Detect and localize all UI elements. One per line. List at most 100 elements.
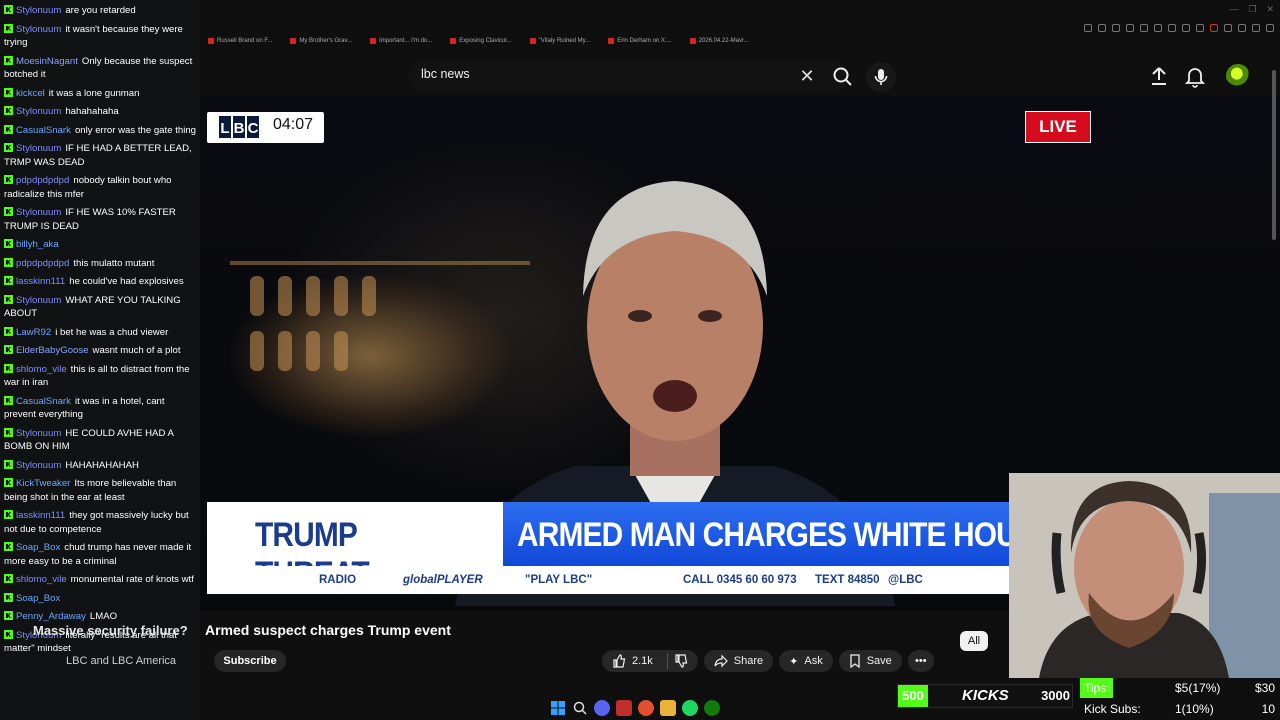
chat-username[interactable]: Soap_Box — [16, 593, 60, 604]
app-icon[interactable] — [616, 700, 632, 716]
extension-icon[interactable] — [1140, 24, 1148, 32]
kick-badge-icon — [4, 294, 13, 304]
chat-message: Stylonuum are you retarded — [4, 4, 196, 18]
spotify-icon[interactable] — [682, 700, 698, 716]
chat-text: HAHAHAHAHAH — [65, 459, 139, 471]
chat-username[interactable]: KickTweaker — [16, 478, 70, 489]
chat-username[interactable]: billyh_aka — [16, 239, 59, 250]
upload-icon[interactable] — [1148, 64, 1170, 88]
bookmark-label: Important... I'm do... — [379, 38, 433, 44]
chat-username[interactable]: pdpdpdpdpd — [16, 175, 69, 186]
chat-username[interactable]: Stylonuum — [16, 106, 61, 117]
extension-icon[interactable] — [1168, 24, 1176, 32]
file-explorer-icon[interactable] — [660, 700, 676, 716]
bookmark-favicon-icon — [608, 38, 615, 44]
bookmark-favicon-icon — [529, 38, 536, 44]
chat-username[interactable]: Stylonuum — [16, 24, 61, 35]
chat-username[interactable]: lasskinn111 — [16, 510, 65, 521]
kick-badge-icon — [4, 459, 13, 469]
extension-icon[interactable] — [1182, 24, 1190, 32]
chat-message: Stylonuum IF HE WAS 10% FASTER TRUMP IS D… — [4, 206, 196, 233]
bookmark-favicon-icon — [689, 38, 696, 44]
save-label: Save — [866, 655, 892, 667]
account-avatar[interactable] — [1226, 64, 1250, 88]
search-input[interactable] — [421, 67, 761, 81]
chat-message: Penny_Ardaway LMAO — [4, 610, 196, 624]
extension-icon[interactable] — [1084, 24, 1092, 32]
chat-username[interactable]: lasskinn111 — [16, 276, 65, 287]
extension-icon[interactable] — [1224, 24, 1232, 32]
notifications-bell-icon[interactable] — [1184, 64, 1206, 88]
bookmark-item[interactable]: Exposing Clavicul... — [450, 38, 512, 44]
chat-username[interactable]: Stylonuum — [16, 143, 61, 154]
thumbs-down-icon[interactable] — [674, 654, 688, 668]
chat-username[interactable]: Stylonuum — [16, 428, 61, 439]
chat-username[interactable]: Stylonuum — [16, 295, 61, 306]
share-button[interactable]: Share — [703, 650, 774, 672]
bookmark-item[interactable]: Important... I'm do... — [370, 38, 432, 44]
extension-icon[interactable] — [1252, 24, 1260, 32]
bookmark-label: My Brother's Grav... — [299, 38, 353, 44]
close-window-icon[interactable]: ✕ — [1266, 4, 1274, 15]
chat-username[interactable]: Stylonuum — [16, 5, 61, 16]
chat-username[interactable]: CasualSnark — [16, 125, 71, 136]
extension-icon[interactable] — [1154, 24, 1162, 32]
like-count: 2.1k — [632, 655, 653, 667]
chat-username[interactable]: shlomo_vile — [16, 574, 67, 585]
chat-username[interactable]: Soap_Box — [16, 542, 60, 553]
page-scrollbar[interactable] — [1272, 70, 1276, 240]
more-actions-button[interactable]: ••• — [907, 650, 934, 672]
chat-username[interactable]: ElderBabyGoose — [16, 345, 89, 356]
subscribe-button[interactable]: Subscribe — [214, 650, 286, 672]
like-button[interactable]: 2.1k — [602, 650, 698, 672]
xbox-icon[interactable] — [704, 700, 720, 716]
channel-name[interactable]: LBC and LBC America — [66, 655, 176, 667]
maximize-icon[interactable]: ❐ — [1248, 4, 1256, 15]
chat-message: Stylonuum WHAT ARE YOU TALKING ABOUT — [4, 294, 196, 321]
kick-badge-icon — [4, 478, 13, 487]
stream-goals: Tips: $5(17%) $30 Kick Subs: 1(10%) 10 — [1080, 678, 1280, 720]
lbc-clock-badge: L B C 04:07 — [207, 112, 324, 143]
taskbar-search-icon[interactable] — [572, 700, 588, 716]
kick-badge-icon — [4, 23, 13, 33]
chat-username[interactable]: Stylonuum — [16, 207, 61, 218]
save-button[interactable]: Save — [838, 650, 902, 672]
bookmark-item[interactable]: Russell Brand on F... — [208, 38, 272, 44]
extension-icon[interactable] — [1238, 24, 1246, 32]
chat-username[interactable]: Penny_Ardaway — [16, 611, 86, 622]
kick-badge-icon — [4, 326, 13, 336]
bookmark-item[interactable]: Erin Derham on X:... — [608, 38, 672, 44]
extension-icon[interactable] — [1210, 24, 1218, 32]
kick-badge-icon — [4, 427, 13, 437]
bookmark-item[interactable]: 2026.04.22-Mavr... — [689, 38, 749, 44]
window-controls[interactable]: — ❐ ✕ — [1229, 4, 1274, 15]
headline-banner: ARMED MAN CHARGES WHITE HOUSE DI — [503, 502, 1010, 566]
filter-chip-all[interactable]: All — [960, 631, 988, 651]
chat-username[interactable]: Stylonuum — [16, 460, 61, 471]
extension-icon[interactable] — [1266, 24, 1274, 32]
discord-icon[interactable] — [594, 700, 610, 716]
search-icon[interactable] — [828, 64, 858, 88]
browser-icon[interactable] — [638, 700, 654, 716]
chat-username[interactable]: MoesinNagant — [16, 56, 78, 67]
extension-icon[interactable] — [1196, 24, 1204, 32]
bookmark-item[interactable]: "Vitaly Ruined My... — [529, 38, 590, 44]
microphone-icon[interactable] — [866, 62, 896, 92]
windows-start-icon[interactable] — [550, 700, 566, 716]
bookmark-item[interactable]: My Brother's Grav... — [290, 38, 352, 44]
clear-search-button[interactable]: ✕ — [797, 66, 817, 86]
chat-username[interactable]: pdpdpdpdpd — [16, 258, 69, 269]
minimize-icon[interactable]: — — [1229, 4, 1238, 15]
bookmark-label: Exposing Clavicul... — [459, 38, 512, 44]
chat-username[interactable]: CasualSnark — [16, 396, 71, 407]
ask-button[interactable]: ✦ Ask — [779, 650, 833, 672]
chat-username[interactable]: kickcel — [16, 88, 45, 99]
chat-text: only error was the gate thing — [74, 124, 196, 136]
extension-icon[interactable] — [1112, 24, 1120, 32]
extension-icon[interactable] — [1126, 24, 1134, 32]
chat-username[interactable]: shlomo_vile — [16, 364, 67, 375]
youtube-header: ✕ — [200, 56, 1280, 96]
chat-username[interactable]: LawR92 — [16, 327, 51, 338]
extension-icon[interactable] — [1098, 24, 1106, 32]
chat-text: this mulatto mutant — [73, 257, 155, 269]
